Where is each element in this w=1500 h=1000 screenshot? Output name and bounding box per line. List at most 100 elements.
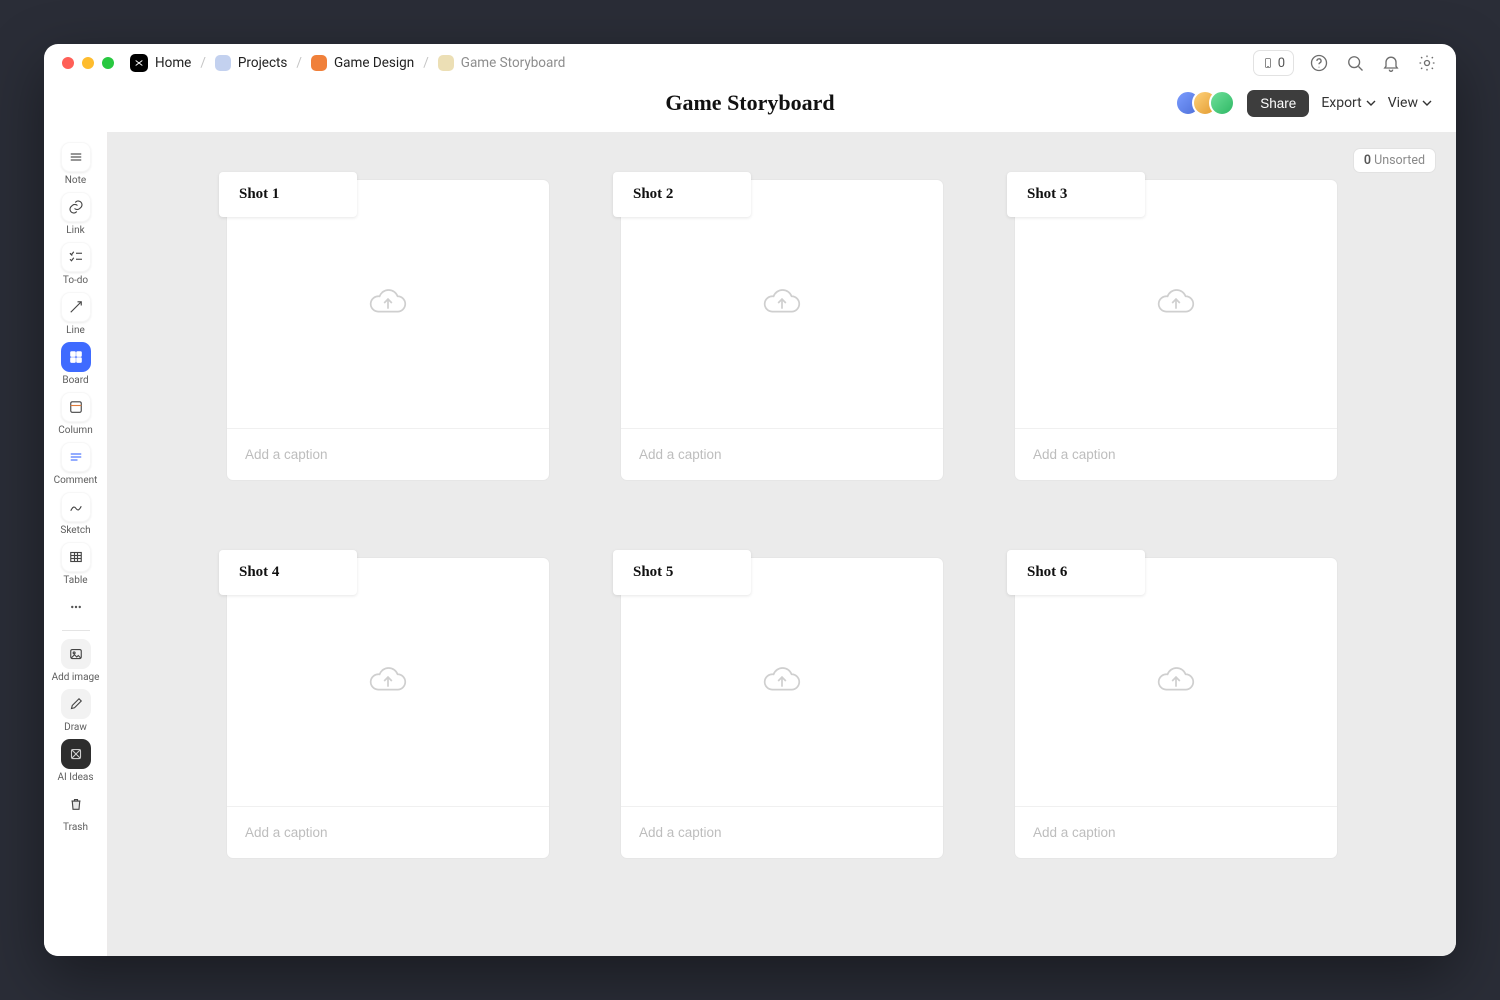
tool-board[interactable]: Board	[51, 340, 101, 388]
caption-input[interactable]	[1033, 447, 1319, 462]
tool-label: Board	[62, 375, 88, 386]
unsorted-label: Unsorted	[1374, 153, 1425, 168]
trash-icon	[61, 789, 91, 819]
folder-chip-icon	[438, 55, 454, 71]
breadcrumb-home[interactable]: Home	[130, 54, 191, 72]
shot-title[interactable]: Shot 5	[613, 550, 751, 595]
breadcrumb-label: Projects	[238, 55, 288, 71]
tool-note[interactable]: Note	[51, 140, 101, 188]
device-count[interactable]: 0	[1253, 50, 1294, 76]
breadcrumb-current[interactable]: Game Storyboard	[438, 55, 566, 71]
breadcrumb-label: Home	[155, 55, 191, 71]
caption-input[interactable]	[639, 825, 925, 840]
tool-column[interactable]: Column	[51, 390, 101, 438]
maximize-window-button[interactable]	[102, 57, 114, 69]
image-icon	[61, 639, 91, 669]
tool-label: Table	[63, 575, 87, 586]
shot-title[interactable]: Shot 1	[219, 172, 357, 217]
tool-label: Sketch	[60, 525, 90, 536]
export-dropdown[interactable]: Export	[1321, 95, 1375, 111]
minimize-window-button[interactable]	[82, 57, 94, 69]
caption-area	[1015, 428, 1337, 480]
tool-table[interactable]: Table	[51, 540, 101, 588]
upload-dropzone[interactable]	[1015, 558, 1337, 806]
upload-cloud-icon	[365, 282, 411, 326]
tool-draw[interactable]: Draw	[51, 687, 101, 735]
breadcrumb-label: Game Design	[334, 55, 414, 71]
caption-input[interactable]	[245, 447, 531, 462]
tool-link[interactable]: Link	[51, 190, 101, 238]
close-window-button[interactable]	[62, 57, 74, 69]
home-icon	[130, 54, 148, 72]
avatar	[1209, 90, 1235, 116]
caption-input[interactable]	[1033, 825, 1319, 840]
folder-chip-icon	[215, 55, 231, 71]
search-icon[interactable]	[1344, 52, 1366, 74]
sketch-icon	[61, 492, 91, 522]
share-button[interactable]: Share	[1247, 90, 1309, 117]
tool-comment[interactable]: Comment	[51, 440, 101, 488]
storyboard-card[interactable]: Shot 5	[621, 558, 943, 858]
device-count-value: 0	[1278, 56, 1285, 71]
tool-label: Add image	[52, 672, 100, 683]
line-icon	[61, 292, 91, 322]
tool-label: Draw	[64, 722, 87, 733]
upload-dropzone[interactable]	[227, 558, 549, 806]
upload-dropzone[interactable]	[1015, 180, 1337, 428]
breadcrumb: Home / Projects / Game Design / Game Sto…	[130, 54, 565, 72]
upload-dropzone[interactable]	[227, 180, 549, 428]
upload-dropzone[interactable]	[621, 558, 943, 806]
link-icon	[61, 192, 91, 222]
pencil-icon	[61, 689, 91, 719]
storyboard-card[interactable]: Shot 1	[227, 180, 549, 480]
upload-cloud-icon	[759, 282, 805, 326]
tool-label: Line	[66, 325, 85, 336]
unsorted-pill[interactable]: 0 Unsorted	[1353, 148, 1436, 173]
tool-trash[interactable]: Trash	[51, 787, 101, 835]
caption-area	[227, 806, 549, 858]
tool-label: AI Ideas	[58, 772, 94, 783]
breadcrumb-game-design[interactable]: Game Design	[311, 55, 414, 71]
collaborator-avatars[interactable]	[1175, 90, 1235, 116]
unsorted-count: 0	[1364, 153, 1371, 168]
breadcrumb-separator: /	[296, 55, 302, 71]
breadcrumb-projects[interactable]: Projects	[215, 55, 288, 71]
comment-icon	[61, 442, 91, 472]
titlebar: Home / Projects / Game Design / Game Sto…	[44, 44, 1456, 82]
settings-icon[interactable]	[1416, 52, 1438, 74]
help-icon[interactable]	[1308, 52, 1330, 74]
window-controls	[62, 57, 114, 69]
storyboard-card[interactable]: Shot 2	[621, 180, 943, 480]
table-icon	[61, 542, 91, 572]
tool-line[interactable]: Line	[51, 290, 101, 338]
tool-more[interactable]	[51, 590, 101, 624]
titlebar-actions: 0	[1253, 50, 1438, 76]
shot-title[interactable]: Shot 3	[1007, 172, 1145, 217]
shot-title[interactable]: Shot 6	[1007, 550, 1145, 595]
view-dropdown[interactable]: View	[1388, 95, 1432, 111]
caption-input[interactable]	[245, 825, 531, 840]
breadcrumb-separator: /	[423, 55, 429, 71]
caption-input[interactable]	[639, 447, 925, 462]
tool-sidebar: Note Link To-do Line Board Column	[44, 132, 108, 956]
page-header: Game Storyboard Share Export View	[44, 82, 1456, 132]
breadcrumb-separator: /	[200, 55, 206, 71]
board-canvas[interactable]: 0 Unsorted Shot 1Shot 2Shot 3Shot 4Shot …	[108, 132, 1456, 956]
tool-sketch[interactable]: Sketch	[51, 490, 101, 538]
storyboard-card[interactable]: Shot 6	[1015, 558, 1337, 858]
tool-todo[interactable]: To-do	[51, 240, 101, 288]
shot-title[interactable]: Shot 4	[219, 550, 357, 595]
storyboard-card[interactable]: Shot 4	[227, 558, 549, 858]
tool-label: Trash	[63, 822, 88, 833]
shot-title[interactable]: Shot 2	[613, 172, 751, 217]
notifications-icon[interactable]	[1380, 52, 1402, 74]
todo-icon	[61, 242, 91, 272]
tool-ai-ideas[interactable]: AI Ideas	[51, 737, 101, 785]
tool-label: Note	[65, 175, 86, 186]
upload-dropzone[interactable]	[621, 180, 943, 428]
storyboard-card[interactable]: Shot 3	[1015, 180, 1337, 480]
tool-add-image[interactable]: Add image	[51, 637, 101, 685]
upload-cloud-icon	[365, 660, 411, 704]
caption-area	[227, 428, 549, 480]
tool-label: Column	[58, 425, 92, 436]
